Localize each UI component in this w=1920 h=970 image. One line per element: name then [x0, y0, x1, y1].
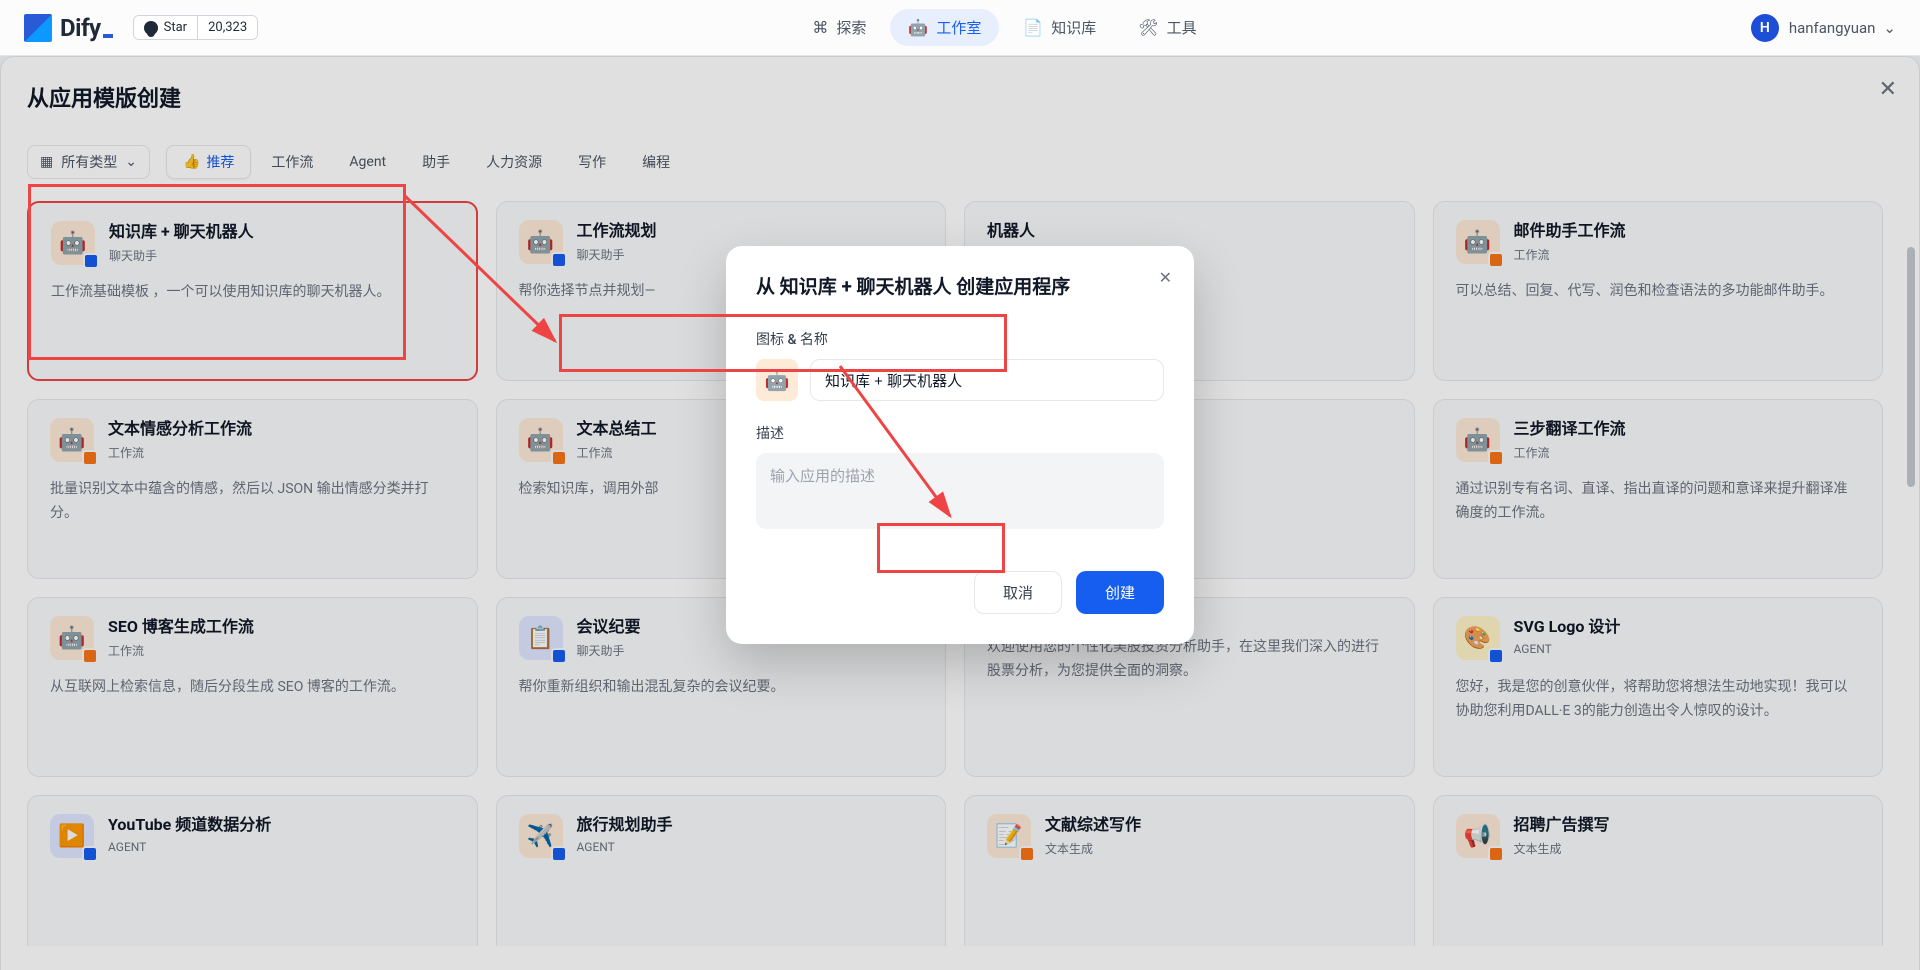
chevron-down-icon: ⌄	[1883, 19, 1896, 37]
logo-mark-icon	[24, 14, 52, 42]
nav-item-label: 工具	[1167, 17, 1197, 38]
robot-icon: 🤖	[908, 18, 928, 37]
user-name: hanfangyuan	[1789, 19, 1876, 37]
label-description: 描述	[756, 423, 1164, 443]
nav-item-label: 知识库	[1051, 17, 1096, 38]
nav-item-explore[interactable]: ⌘ 探索	[794, 9, 884, 46]
github-star-button[interactable]: Star 20,323	[133, 15, 259, 40]
github-star-label: Star	[164, 20, 187, 35]
github-star-count: 20,323	[197, 16, 257, 39]
logo[interactable]: Dify	[24, 14, 113, 42]
app-description-input[interactable]	[756, 453, 1164, 529]
nav-item-knowledge[interactable]: 📄 知识库	[1005, 9, 1114, 46]
avatar[interactable]: H	[1751, 14, 1779, 42]
logo-text: Dify	[60, 14, 113, 42]
github-icon	[144, 21, 158, 35]
nav-item-studio[interactable]: 🤖 工作室	[890, 9, 999, 46]
nav-item-label: 工作室	[936, 17, 981, 38]
wrench-icon: 🛠	[1138, 18, 1158, 37]
explore-icon: ⌘	[812, 18, 828, 37]
user-menu[interactable]: hanfangyuan ⌄	[1789, 19, 1896, 37]
cancel-button[interactable]: 取消	[974, 571, 1062, 614]
nav-item-label: 探索	[836, 17, 866, 38]
label-icon-name: 图标 & 名称	[756, 329, 1164, 349]
create-button[interactable]: 创建	[1076, 571, 1164, 614]
app-icon-picker[interactable]: 🤖	[756, 359, 798, 401]
create-app-modal: 从 知识库 + 聊天机器人 创建应用程序 ✕ 图标 & 名称 🤖 描述 取消 创…	[726, 246, 1194, 644]
document-icon: 📄	[1023, 18, 1043, 37]
top-navbar: Dify Star 20,323 ⌘ 探索 🤖 工作室 📄 知识库 🛠 工具 H han…	[0, 0, 1920, 56]
nav-item-tools[interactable]: 🛠 工具	[1120, 9, 1214, 46]
app-name-input[interactable]	[810, 359, 1164, 401]
close-icon[interactable]: ✕	[1159, 268, 1172, 287]
modal-actions: 取消 创建	[756, 571, 1164, 614]
nav-center: ⌘ 探索 🤖 工作室 📄 知识库 🛠 工具	[258, 9, 1751, 46]
modal-title: 从 知识库 + 聊天机器人 创建应用程序	[756, 272, 1164, 299]
